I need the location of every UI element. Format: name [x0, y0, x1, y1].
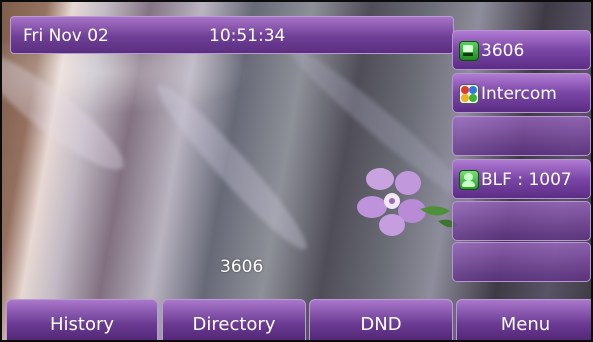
line-key-label: Intercom — [481, 84, 557, 104]
line-key-empty[interactable] — [452, 201, 591, 241]
account-label: 3606 — [220, 257, 264, 277]
flower-wallpaper-icon — [357, 168, 458, 236]
line-key-blf-1007[interactable]: BLF : 1007 — [452, 159, 591, 199]
line-key-label: BLF : 1007 — [481, 170, 572, 190]
clock-label: 10:51:34 — [209, 26, 286, 46]
softkey-dnd[interactable]: DND — [309, 299, 453, 340]
softkey-menu[interactable]: Menu — [456, 299, 591, 340]
line-key-3606[interactable]: 3606 — [452, 30, 591, 70]
line-key-empty[interactable] — [452, 116, 591, 156]
line-account-icon — [459, 41, 479, 61]
wallpaper-streak — [2, 40, 136, 184]
line-key-intercom[interactable]: Intercom — [452, 73, 591, 113]
wallpaper-streak — [147, 75, 317, 259]
blf-contact-icon — [459, 170, 479, 190]
phone-screen: Fri Nov 02 10:51:34 3606 3606 Intercom B… — [0, 0, 593, 342]
softkey-history[interactable]: History — [6, 299, 158, 340]
intercom-icon — [459, 84, 479, 104]
line-key-label: 3606 — [481, 41, 525, 61]
line-key-empty[interactable] — [452, 242, 591, 282]
status-bar: Fri Nov 02 10:51:34 — [10, 16, 454, 54]
softkey-directory[interactable]: Directory — [162, 299, 306, 340]
date-label: Fri Nov 02 — [23, 26, 109, 46]
